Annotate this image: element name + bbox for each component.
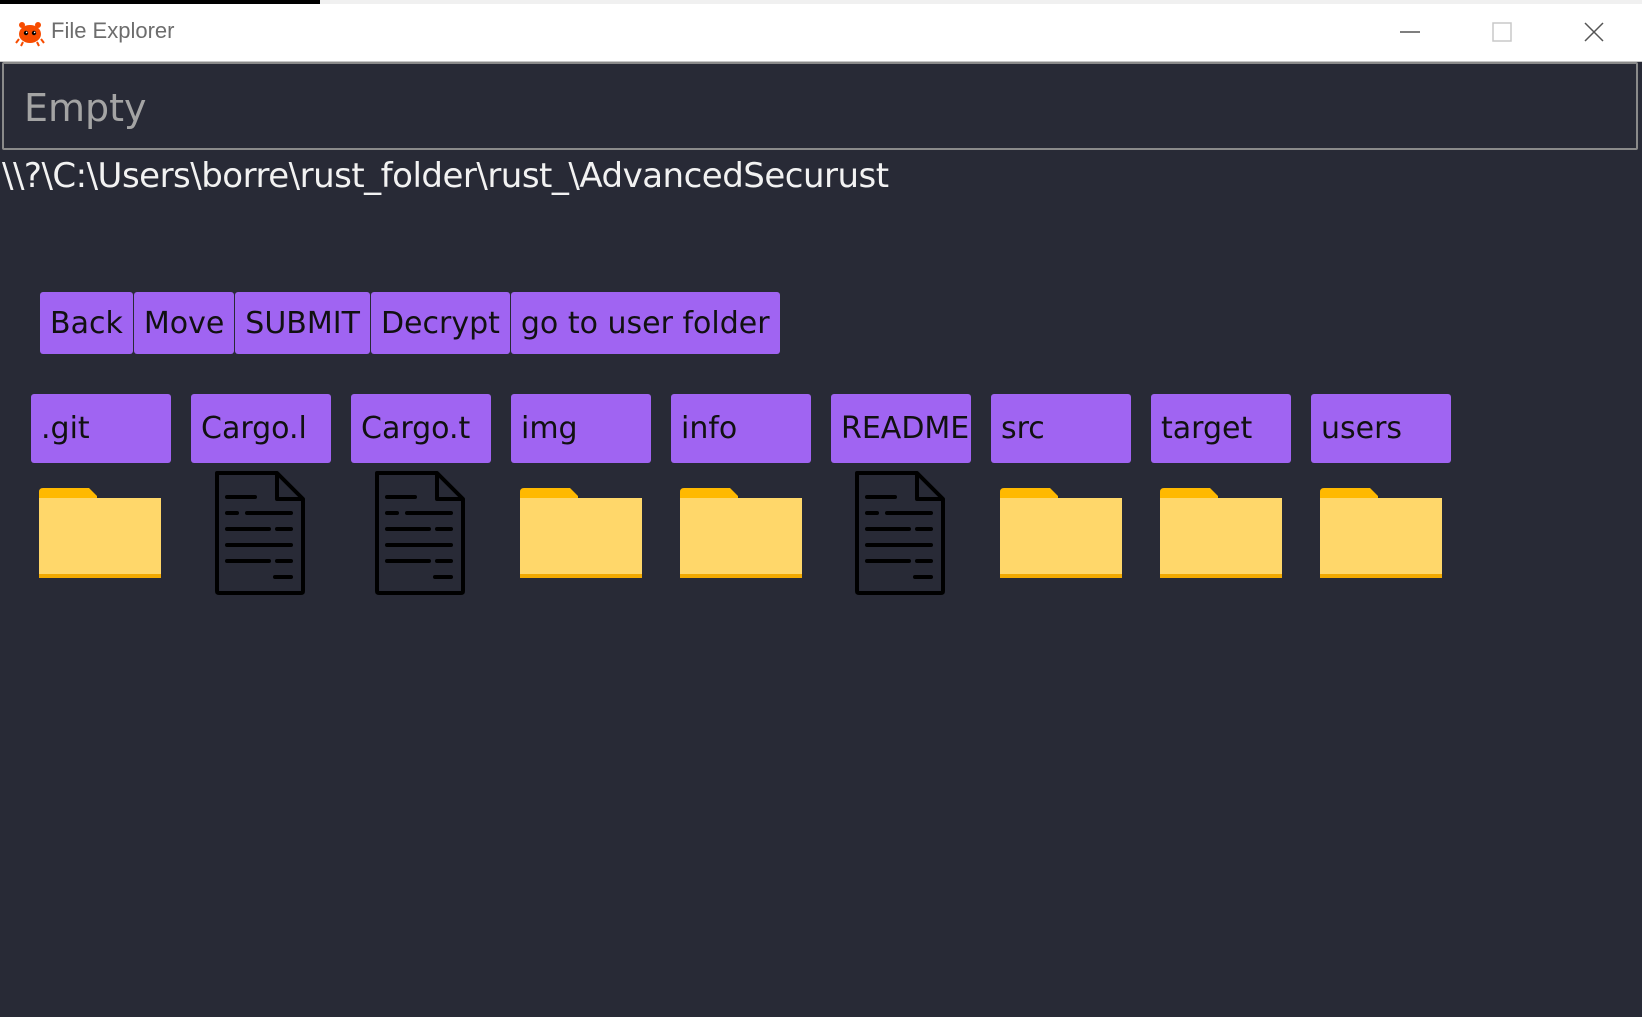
folder-icon[interactable] [1160,488,1282,578]
folder-icon[interactable] [1000,488,1122,578]
file-document-icon[interactable] [853,471,947,595]
file-document-icon[interactable] [373,471,467,595]
item-button-cargo-lock[interactable]: Cargo.l [191,394,331,463]
folder-icon[interactable] [680,488,802,578]
current-path: \\?\C:\Users\borre\rust_folder\rust_\Adv… [2,156,889,196]
file-document-icon[interactable] [213,471,307,595]
item-button-users[interactable]: users [1311,394,1451,463]
item-button-readme[interactable]: README. [831,394,971,463]
folder-icon[interactable] [1320,488,1442,578]
submit-button[interactable]: SUBMIT [235,292,370,354]
back-button[interactable]: Back [40,292,133,354]
minimize-button[interactable] [1364,4,1456,61]
maximize-icon [1492,22,1512,42]
folder-icon[interactable] [520,488,642,578]
window-title: File Explorer [51,18,175,43]
toolbar: Back Move SUBMIT Decrypt go to user fold… [40,292,780,354]
close-button[interactable] [1548,4,1640,61]
item-button-target[interactable]: target [1151,394,1291,463]
folder-icon[interactable] [39,488,161,578]
maximize-button[interactable] [1456,4,1548,61]
item-button-info[interactable]: info [671,394,811,463]
minimize-icon [1400,31,1420,33]
decrypt-button[interactable]: Decrypt [370,292,510,354]
item-button-git[interactable]: .git [31,394,171,463]
ferris-crab-icon [15,22,45,47]
item-button-src[interactable]: src [991,394,1131,463]
go-to-user-folder-button[interactable]: go to user folder [510,292,780,354]
item-button-cargo-toml[interactable]: Cargo.t [351,394,491,463]
item-button-img[interactable]: img [511,394,651,463]
title-bar: File Explorer [0,4,1642,62]
move-button[interactable]: Move [133,292,235,354]
text-input[interactable] [22,82,1606,134]
text-input-container [2,62,1638,150]
close-icon [1584,22,1604,42]
